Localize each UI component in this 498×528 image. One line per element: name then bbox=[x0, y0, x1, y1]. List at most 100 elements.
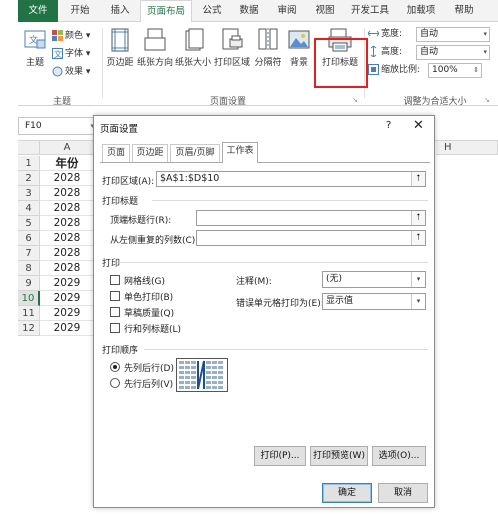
over-then-down-label: 先行后列(V) bbox=[124, 380, 174, 390]
section-divider bbox=[144, 349, 428, 350]
table-cell[interactable]: 2029 bbox=[40, 276, 95, 291]
row-header[interactable]: 10 bbox=[18, 291, 40, 306]
cols-repeat-input[interactable]: ⭡ bbox=[196, 230, 426, 246]
row-header[interactable]: 5 bbox=[18, 216, 40, 231]
tab-addins[interactable]: 加载项 bbox=[399, 0, 443, 22]
print-button[interactable]: 打印(P)... bbox=[254, 446, 306, 466]
column-header-a[interactable]: A bbox=[40, 141, 95, 155]
row-header[interactable]: 6 bbox=[18, 231, 40, 246]
themes-button[interactable]: 文 主题 bbox=[20, 28, 50, 68]
breaks-button[interactable]: 分隔符 bbox=[252, 28, 284, 68]
row-header[interactable]: 3 bbox=[18, 186, 40, 201]
ribbon-body: 文 主题 颜色 ▾ 文字体 ▾ 效果 ▾ 主题 页边距 纸张方向 纸张大小 打印… bbox=[18, 22, 498, 107]
margins-label: 页边距 bbox=[106, 58, 134, 68]
row-header[interactable]: 1 bbox=[18, 156, 40, 171]
draft-quality-checkbox[interactable] bbox=[110, 307, 120, 317]
down-then-over-label: 先列后行(D) bbox=[124, 364, 174, 374]
page-order-preview-icon bbox=[176, 358, 228, 392]
row-header[interactable]: 8 bbox=[18, 261, 40, 276]
tab-developer[interactable]: 开发工具 bbox=[345, 0, 395, 22]
ribbon-tab-bar: 文件 开始 插入 页面布局 公式 数据 审阅 视图 开发工具 加载项 帮助 bbox=[18, 0, 498, 23]
height-select[interactable]: 自动 ▾ bbox=[416, 45, 490, 60]
row-header[interactable]: 4 bbox=[18, 201, 40, 216]
tab-data[interactable]: 数据 bbox=[231, 0, 267, 22]
comments-select[interactable]: (无) ▾ bbox=[322, 271, 426, 288]
table-cell[interactable]: 2028 bbox=[40, 261, 95, 276]
fonts-button[interactable]: 文字体 ▾ bbox=[52, 46, 90, 62]
print-area-button[interactable]: 打印区域 bbox=[213, 28, 251, 68]
size-button[interactable]: 纸张大小 bbox=[174, 28, 212, 68]
down-then-over-radio[interactable] bbox=[110, 362, 120, 372]
breaks-label: 分隔符 bbox=[254, 58, 282, 68]
tab-margins[interactable]: 页边距 bbox=[132, 144, 168, 162]
collapse-dialog-icon[interactable]: ⭡ bbox=[411, 231, 425, 245]
close-icon[interactable]: ✕ bbox=[413, 118, 424, 133]
gridlines-label: 网格线(G) bbox=[124, 277, 165, 287]
tab-review[interactable]: 审阅 bbox=[269, 0, 305, 22]
row-header[interactable]: 12 bbox=[18, 321, 40, 336]
ok-button[interactable]: 确定 bbox=[322, 483, 372, 503]
tab-file[interactable]: 文件 bbox=[18, 0, 58, 22]
chevron-down-icon: ▾ bbox=[483, 30, 487, 38]
over-then-down-radio[interactable] bbox=[110, 378, 120, 388]
themes-group-label: 主题 bbox=[52, 97, 71, 107]
collapse-dialog-icon[interactable]: ⭡ bbox=[411, 211, 425, 225]
tab-header-footer[interactable]: 页眉/页脚 bbox=[170, 144, 220, 162]
width-value: 自动 bbox=[420, 29, 439, 39]
table-cell[interactable]: 2028 bbox=[40, 171, 95, 186]
black-white-checkbox[interactable] bbox=[110, 291, 120, 301]
table-cell[interactable]: 2028 bbox=[40, 231, 95, 246]
tab-help[interactable]: 帮助 bbox=[447, 0, 481, 22]
print-area-input[interactable]: $A$1:$D$10 ⭡ bbox=[156, 171, 426, 187]
header-cell[interactable]: 年份 bbox=[40, 156, 95, 171]
name-box[interactable]: F10▾ bbox=[18, 117, 98, 135]
rows-repeat-input[interactable]: ⭡ bbox=[196, 210, 426, 226]
collapse-dialog-icon[interactable]: ⭡ bbox=[411, 172, 425, 186]
scale-spinner[interactable]: 100% ⇕ bbox=[428, 63, 482, 78]
tab-formulas[interactable]: 公式 bbox=[195, 0, 229, 22]
background-button[interactable]: 背景 bbox=[284, 28, 314, 68]
cell-errors-select[interactable]: 显示值 ▾ bbox=[322, 293, 426, 310]
tab-view[interactable]: 视图 bbox=[307, 0, 343, 22]
table-cell[interactable]: 2028 bbox=[40, 186, 95, 201]
row-header[interactable]: 11 bbox=[18, 306, 40, 321]
help-button[interactable]: ? bbox=[386, 120, 391, 131]
options-button[interactable]: 选项(O)... bbox=[372, 446, 426, 466]
cell-errors-value: 显示值 bbox=[326, 296, 354, 306]
scale-launcher-icon[interactable]: ↘ bbox=[484, 96, 490, 104]
tab-page-layout[interactable]: 页面布局 bbox=[140, 0, 192, 23]
colors-label: 颜色 bbox=[65, 31, 84, 41]
height-label-row: 高度: bbox=[368, 44, 402, 60]
width-label-row: 宽度: bbox=[368, 26, 402, 42]
effects-button[interactable]: 效果 ▾ bbox=[52, 64, 90, 80]
tab-home[interactable]: 开始 bbox=[60, 0, 100, 22]
black-white-label: 单色打印(B) bbox=[124, 293, 174, 303]
row-col-headings-checkbox[interactable] bbox=[110, 323, 120, 333]
gridlines-checkbox[interactable] bbox=[110, 275, 120, 285]
scale-label: 缩放比例: bbox=[381, 65, 421, 75]
select-all-corner[interactable] bbox=[18, 141, 40, 155]
table-cell[interactable]: 2028 bbox=[40, 246, 95, 261]
breaks-icon bbox=[258, 28, 278, 51]
table-cell[interactable]: 2029 bbox=[40, 291, 95, 306]
height-icon bbox=[370, 46, 377, 57]
table-cell[interactable]: 2029 bbox=[40, 321, 95, 336]
tab-page[interactable]: 页面 bbox=[102, 144, 130, 162]
print-preview-button[interactable]: 打印预览(W) bbox=[310, 446, 368, 466]
colors-button[interactable]: 颜色 ▾ bbox=[52, 28, 90, 44]
row-header[interactable]: 9 bbox=[18, 276, 40, 291]
orientation-button[interactable]: 纸张方向 bbox=[136, 28, 174, 68]
page-setup-launcher-icon[interactable]: ↘ bbox=[352, 96, 358, 104]
row-header[interactable]: 2 bbox=[18, 171, 40, 186]
column-header-h[interactable]: H bbox=[436, 141, 498, 155]
tab-insert[interactable]: 插入 bbox=[102, 0, 138, 22]
table-cell[interactable]: 2028 bbox=[40, 216, 95, 231]
row-header[interactable]: 7 bbox=[18, 246, 40, 261]
margins-button[interactable]: 页边距 bbox=[104, 28, 136, 68]
tab-sheet[interactable]: 工作表 bbox=[222, 142, 258, 163]
cancel-button[interactable]: 取消 bbox=[378, 483, 428, 503]
table-cell[interactable]: 2029 bbox=[40, 306, 95, 321]
width-select[interactable]: 自动 ▾ bbox=[416, 27, 490, 42]
table-cell[interactable]: 2028 bbox=[40, 201, 95, 216]
comments-value: (无) bbox=[326, 274, 343, 284]
